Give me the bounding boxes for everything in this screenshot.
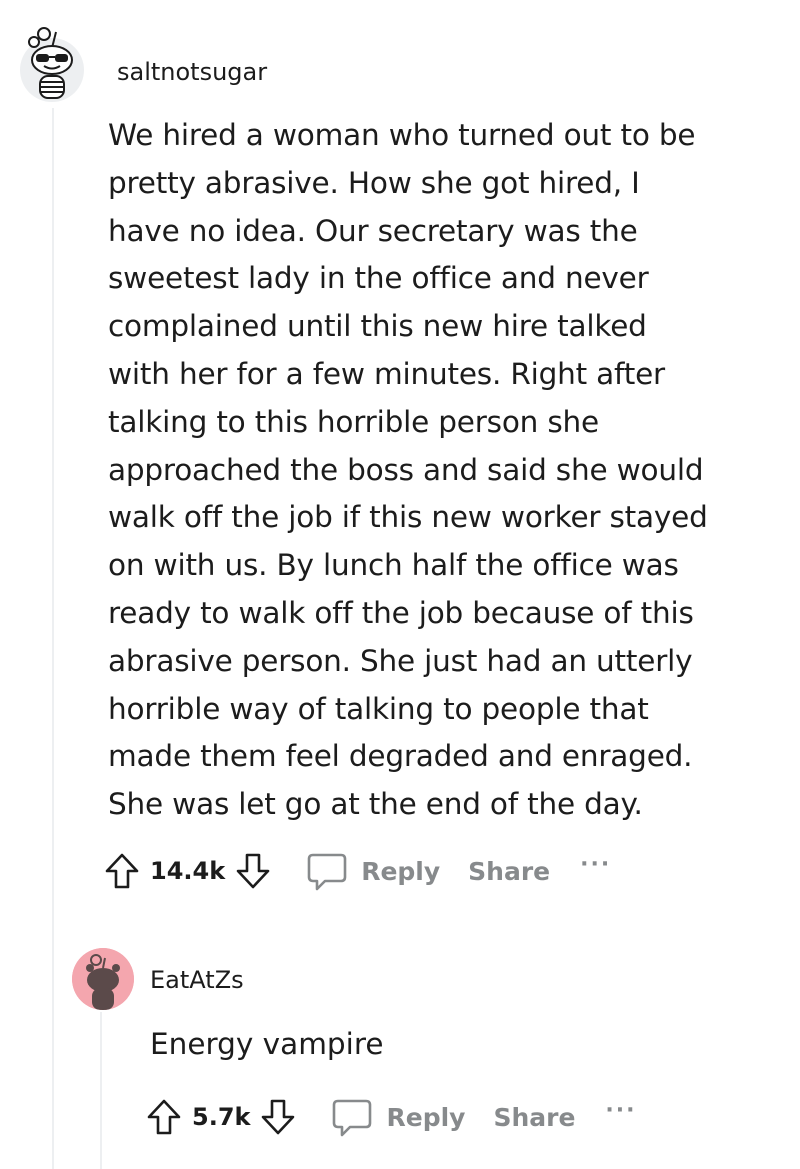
thread-line[interactable]	[52, 108, 54, 1169]
comment-body-line: approached the boss and said she would	[108, 452, 704, 487]
avatar[interactable]	[14, 26, 90, 106]
comment-body-line: She was let go at the end of the day.	[108, 787, 643, 822]
comment-body-line: We hired a woman who turned out to be	[108, 118, 696, 152]
comment-actions: 14.4k Reply Share ···	[104, 848, 611, 894]
comment-body-line: abrasive person. She just had an utterly	[108, 643, 693, 678]
reply-body: Energy vampire	[150, 1027, 384, 1061]
upvote-button[interactable]	[146, 1097, 182, 1137]
snoo-silhouette-icon	[72, 948, 134, 1010]
downvote-button[interactable]	[260, 1097, 296, 1137]
share-button-label: Share	[493, 1102, 576, 1132]
snoo-avatar-icon	[20, 27, 84, 102]
comment-body-line: horrible way of talking to people that	[108, 691, 649, 726]
arrow-up-icon	[147, 1099, 181, 1135]
speech-bubble-icon	[307, 853, 347, 891]
more-options-icon[interactable]: ···	[605, 1100, 636, 1122]
comment-body: We hired a woman who turned out to be pr…	[108, 112, 768, 829]
speech-bubble-icon	[333, 1099, 372, 1137]
comment-body-line: made them feel degraded and enraged.	[108, 739, 693, 774]
reply-button-label: Reply	[361, 856, 441, 886]
comment-body-line: ready to walk off the job because of thi…	[108, 595, 694, 630]
comment-body-line: talking to this horrible person she	[108, 404, 599, 439]
share-button[interactable]: Share	[493, 1103, 575, 1132]
reply-button[interactable]: Reply	[305, 849, 440, 893]
reply-thread-line[interactable]	[100, 1012, 102, 1169]
comment-username[interactable]: saltnotsugar	[117, 58, 267, 86]
more-options-icon[interactable]: ···	[580, 854, 611, 876]
comment-body-line: with her for a few minutes. Right after	[108, 356, 665, 391]
reply-actions: 5.7k Reply Share ···	[146, 1094, 637, 1140]
score: 5.7k	[192, 1103, 251, 1131]
share-button-label: Share	[468, 856, 551, 886]
share-button[interactable]: Share	[468, 857, 550, 886]
reply-button[interactable]: Reply	[330, 1095, 465, 1139]
comment-body-line: have no idea. Our secretary was the	[108, 213, 638, 248]
arrow-up-icon	[105, 853, 139, 889]
comment-body-line: on with us. By lunch half the office was	[108, 548, 679, 583]
downvote-button[interactable]	[235, 851, 271, 891]
arrow-down-icon	[262, 1099, 295, 1135]
reply-username[interactable]: EatAtZs	[150, 966, 244, 994]
reply-avatar[interactable]	[72, 948, 134, 1010]
reply-button-label: Reply	[386, 1102, 466, 1132]
arrow-down-icon	[236, 853, 270, 889]
upvote-button[interactable]	[104, 851, 140, 891]
comment-body-line: pretty abrasive. How she got hired, I	[108, 165, 640, 200]
comment-body-line: sweetest lady in the office and never	[108, 261, 649, 296]
comment-body-line: walk off the job if this new worker stay…	[108, 500, 708, 535]
score: 14.4k	[150, 857, 226, 885]
comment-body-line: complained until this new hire talked	[108, 309, 647, 344]
